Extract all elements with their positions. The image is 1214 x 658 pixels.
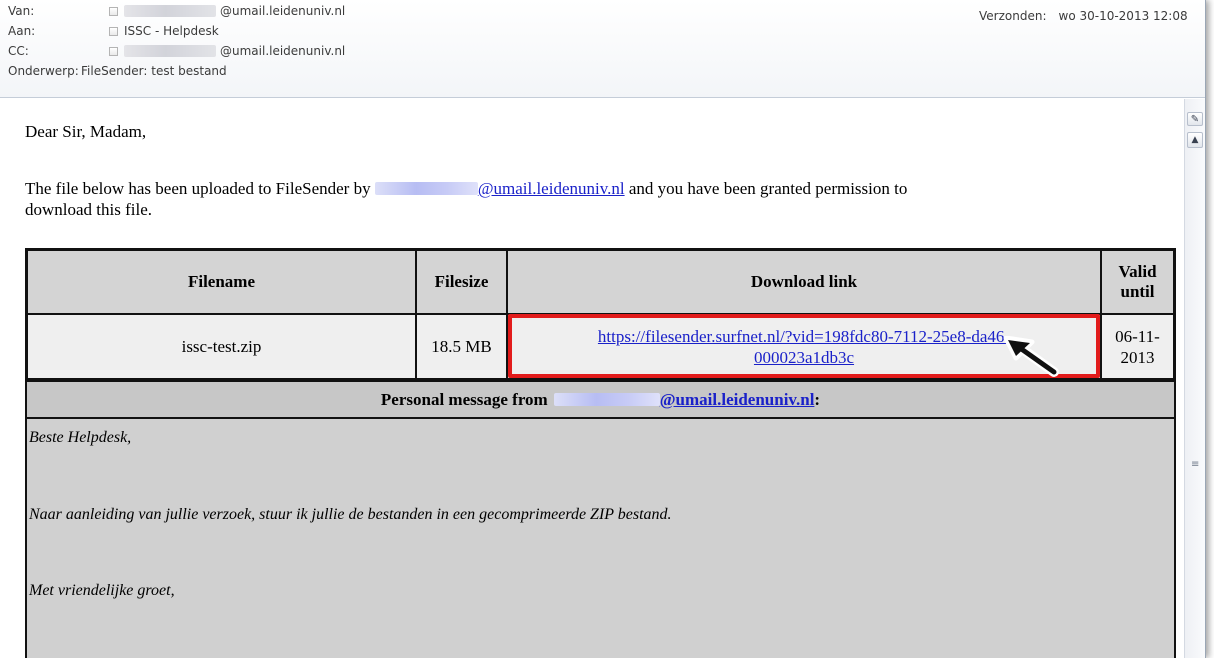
file-table: Filename Filesize Download link Valid un…	[25, 248, 1176, 658]
cell-filename: issc-test.zip	[27, 314, 416, 379]
col-header-valid: Valid until	[1101, 250, 1174, 314]
vertical-scrollbar[interactable]: ✎ ▲ ≡	[1184, 99, 1205, 658]
intro-text-after: and you have been granted permission to	[628, 179, 908, 198]
col-header-filename: Filename	[27, 250, 416, 314]
message-body: Dear Sir, Madam, The file below has been…	[10, 99, 1184, 658]
sent-info: Verzonden: wo 30-10-2013 12:08	[979, 9, 1188, 23]
cc-address[interactable]: @umail.leidenuniv.nl	[220, 41, 345, 61]
message-line-1: Beste Helpdesk,	[29, 429, 132, 446]
arrow-pointer-icon	[1003, 336, 1059, 377]
sent-label: Verzonden:	[979, 9, 1047, 23]
message-line-2: Naar aanleiding van jullie verzoek, stuu…	[29, 506, 672, 523]
scroll-grip-icon[interactable]: ≡	[1191, 460, 1200, 470]
personal-message-body: Beste Helpdesk, Naar aanleiding van jull…	[27, 419, 1174, 658]
contact-checkbox-icon[interactable]	[109, 46, 118, 56]
email-reading-pane: Van: @umail.leidenuniv.nl Aan: ISSC - He…	[0, 0, 1206, 658]
redacted-name	[124, 5, 216, 17]
redacted-sender-name	[553, 393, 660, 406]
sender-email-link[interactable]: @umail.leidenuniv.nl	[478, 179, 625, 198]
sent-value: wo 30-10-2013 12:08	[1058, 9, 1188, 23]
personal-message-colon: :	[814, 389, 821, 409]
download-link-line2[interactable]: 000023a1db3c	[754, 347, 854, 368]
col-header-download: Download link	[507, 250, 1101, 314]
cell-filesize: 18.5 MB	[416, 314, 507, 379]
contact-checkbox-icon[interactable]	[109, 6, 118, 16]
intro-text-line2: download this file.	[25, 200, 153, 219]
personal-message-header: Personal message from @umail.leidenuniv.…	[27, 379, 1174, 419]
message-header: Van: @umail.leidenuniv.nl Aan: ISSC - He…	[0, 0, 1205, 98]
to-address[interactable]: ISSC - Helpdesk	[124, 21, 219, 41]
from-address[interactable]: @umail.leidenuniv.nl	[220, 1, 345, 21]
contact-checkbox-icon[interactable]	[109, 26, 118, 36]
greeting: Dear Sir, Madam,	[25, 122, 147, 141]
intro-text-before: The file below has been uploaded to File…	[25, 179, 371, 198]
subject-value: FileSender: test bestand	[81, 64, 227, 78]
to-label: Aan:	[8, 24, 36, 38]
scroll-up-button[interactable]: ▲	[1187, 132, 1203, 148]
intro-paragraph: The file below has been uploaded to File…	[25, 178, 1145, 220]
personal-message-email[interactable]: @umail.leidenuniv.nl	[660, 390, 815, 410]
redacted-name	[124, 45, 216, 57]
redacted-sender-name	[374, 182, 478, 195]
cc-label: CC:	[8, 44, 29, 58]
from-label: Van:	[8, 4, 35, 18]
document-icon[interactable]: ✎	[1187, 112, 1203, 126]
col-header-filesize: Filesize	[416, 250, 507, 314]
download-link-line1[interactable]: https://filesender.surfnet.nl/?vid=198fd…	[598, 326, 1010, 347]
cell-valid-until: 06-11- 2013	[1101, 314, 1174, 379]
personal-message-label: Personal message from	[380, 389, 548, 409]
subject-label: Onderwerp:	[8, 64, 79, 78]
message-line-3: Met vriendelijke groet,	[29, 582, 175, 599]
